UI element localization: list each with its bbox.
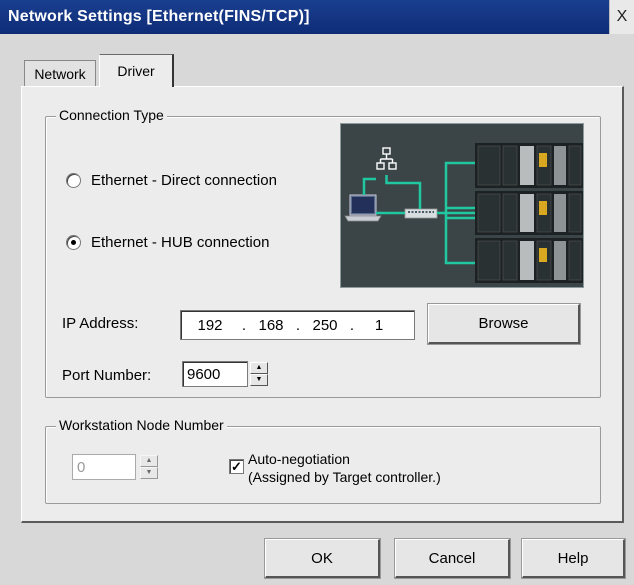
plc-rack-top [475, 143, 583, 188]
laptop-icon [344, 194, 382, 222]
plc-rack-bottom [475, 238, 583, 283]
spin-down-icon: ▼ [140, 467, 158, 479]
help-button-label: Help [557, 549, 589, 567]
port-number-value: 9600 [187, 365, 221, 383]
port-number-stepper[interactable]: ▲ ▼ [250, 362, 268, 386]
title-bar[interactable]: Network Settings [Ethernet(FINS/TCP)] [0, 0, 634, 34]
dialog-title: Network Settings [Ethernet(FINS/TCP)] [8, 8, 310, 25]
radio-hub-indicator[interactable] [66, 235, 81, 250]
ip-octet-3[interactable]: 250 [303, 317, 347, 334]
cancel-button[interactable]: Cancel [394, 538, 511, 579]
browse-button-label: Browse [478, 315, 529, 332]
cancel-button-label: Cancel [428, 549, 476, 567]
auto-negotiation-sublabel: (Assigned by Target controller.) [248, 469, 441, 485]
node-number-stepper: ▲ ▼ [140, 455, 158, 479]
ip-dot-separator: . [241, 316, 247, 334]
checkmark-icon: ✓ [231, 459, 242, 474]
radio-direct-indicator[interactable] [66, 173, 81, 188]
port-number-label: Port Number: [62, 367, 152, 384]
tab-driver-label: Driver [117, 63, 155, 79]
workstation-node-title: Workstation Node Number [56, 417, 227, 433]
hub-icon [404, 208, 438, 219]
spin-up-icon[interactable]: ▲ [250, 362, 268, 374]
network-settings-dialog: Network Settings [Ethernet(FINS/TCP)] X … [0, 0, 634, 585]
radio-direct-label: Ethernet - Direct connection [91, 172, 277, 189]
close-button[interactable]: X [609, 0, 634, 34]
ip-dot-separator: . [349, 316, 355, 334]
connection-type-title: Connection Type [56, 107, 167, 123]
ip-address-label: IP Address: [62, 315, 139, 332]
ip-octet-4[interactable]: 1 [357, 317, 401, 334]
ok-button[interactable]: OK [264, 538, 381, 579]
ip-octet-1[interactable]: 192 [181, 317, 239, 334]
ok-button-label: OK [311, 549, 333, 567]
browse-button[interactable]: Browse [427, 303, 581, 345]
radio-hub-connection[interactable]: Ethernet - HUB connection [66, 234, 269, 251]
node-number-input: 0 [72, 454, 136, 480]
radio-hub-label: Ethernet - HUB connection [91, 234, 270, 251]
ip-dot-separator: . [295, 316, 301, 334]
auto-negotiation-label: Auto-negotiation [248, 451, 350, 467]
close-icon: X [616, 8, 628, 25]
tab-driver[interactable]: Driver [99, 54, 174, 87]
radio-direct-connection[interactable]: Ethernet - Direct connection [66, 172, 277, 189]
ip-address-field[interactable]: 192 . 168 . 250 . 1 [180, 310, 415, 340]
network-hub-illustration [340, 123, 584, 288]
tab-network[interactable]: Network [24, 60, 96, 87]
help-button[interactable]: Help [521, 538, 626, 579]
port-number-input[interactable]: 9600 [182, 361, 248, 387]
tab-network-label: Network [34, 66, 86, 82]
ip-octet-2[interactable]: 168 [249, 317, 293, 334]
auto-negotiation-checkbox[interactable]: ✓ [229, 459, 244, 474]
spin-down-icon[interactable]: ▼ [250, 374, 268, 386]
node-number-value: 0 [77, 458, 86, 476]
spin-up-icon: ▲ [140, 455, 158, 467]
plc-rack-middle [475, 191, 583, 235]
